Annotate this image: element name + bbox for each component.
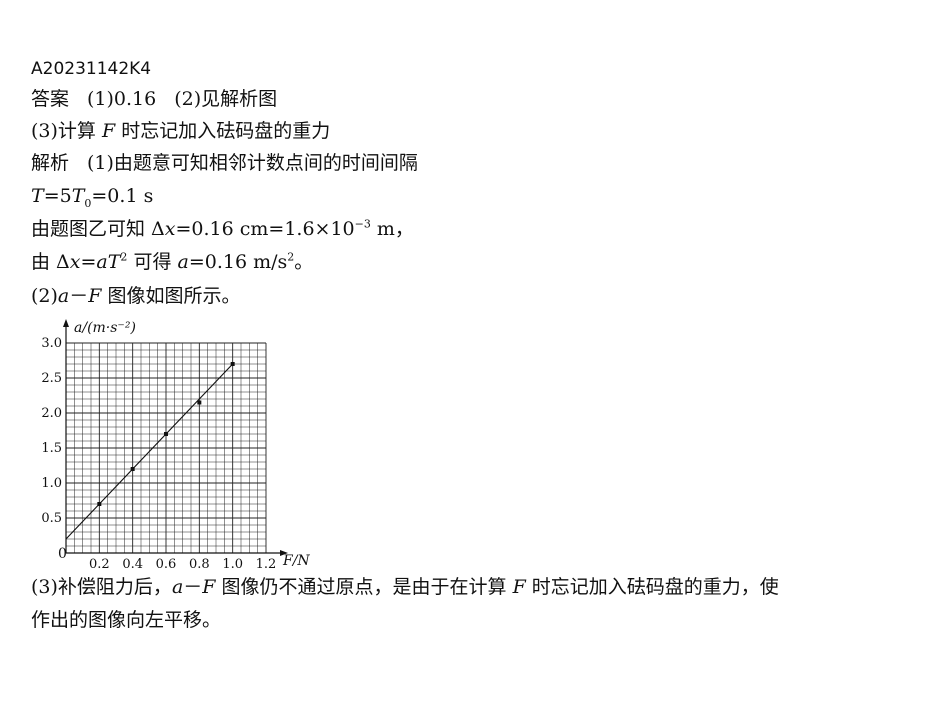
y-axis-arrow bbox=[63, 319, 69, 327]
data-point bbox=[130, 467, 135, 471]
x-tick-label: 1.0 bbox=[222, 557, 243, 570]
analysis-label: 解析 bbox=[31, 152, 70, 174]
document-id: A20231142K4 bbox=[31, 59, 152, 79]
answer-part3: (3)计算 F 时忘记加入砝码盘的重力 bbox=[31, 120, 331, 142]
chart-marks bbox=[65, 362, 235, 540]
y-tick-label: 1.5 bbox=[41, 441, 62, 456]
analysis-part1: (1)由题意可知相邻计数点间的时间间隔 bbox=[87, 152, 418, 174]
answer-part1: (1)0.16 bbox=[87, 88, 157, 110]
answer-label: 答案 bbox=[31, 88, 70, 110]
displacement-line: 由题图乙可知 Δx=0.16 cm=1.6×10−3 m， bbox=[31, 217, 414, 240]
y-axis-label: a/(m·s⁻²) bbox=[74, 320, 136, 336]
x-tick-label: 0.2 bbox=[89, 557, 110, 570]
y-tick-label: 0.5 bbox=[41, 511, 62, 526]
part2-line: (2)a－F 图像如图所示。 bbox=[31, 285, 241, 307]
answer-part2: (2)见解析图 bbox=[174, 88, 278, 110]
x-axis-label: F/N bbox=[282, 553, 310, 569]
x-tick-label: 0.6 bbox=[156, 557, 177, 570]
y-tick-label: 2.0 bbox=[41, 406, 62, 421]
acceleration-line: 由 Δx=aT2 可得 a=0.16 m/s2。 bbox=[31, 250, 314, 273]
data-point bbox=[230, 362, 235, 366]
y-tick-label: 2.5 bbox=[41, 371, 62, 386]
data-point bbox=[197, 400, 202, 405]
origin-label: 0 bbox=[58, 546, 67, 562]
data-point bbox=[164, 432, 168, 436]
answer-line: 答案 (1)0.16 (2)见解析图 bbox=[31, 87, 277, 111]
part3-line1: (3)补偿阻力后，a－F 图像仍不通过原点，是由于在计算 F 时忘记加入砝码盘的… bbox=[31, 576, 779, 598]
part3-line2: 作出的图像向左平移。 bbox=[31, 609, 222, 631]
data-point bbox=[97, 502, 102, 506]
analysis-line: 解析 (1)由题意可知相邻计数点间的时间间隔 bbox=[31, 151, 418, 175]
y-tick-label: 1.0 bbox=[41, 476, 62, 491]
chart-axes bbox=[63, 319, 288, 556]
x-tick-label: 0.4 bbox=[122, 557, 143, 570]
x-tick-label: 0.8 bbox=[189, 557, 210, 570]
a-f-chart: 0.2 0.4 0.6 0.8 1.0 1.2 0.5 1.0 1.5 2.0 2.5 3.0 a/(… bbox=[41, 319, 310, 570]
x-tick-label: 1.2 bbox=[256, 557, 277, 570]
y-tick-label: 3.0 bbox=[41, 336, 62, 351]
period-equation: T=5T0=0.1 s bbox=[31, 185, 154, 210]
chart-grid bbox=[65, 342, 267, 554]
